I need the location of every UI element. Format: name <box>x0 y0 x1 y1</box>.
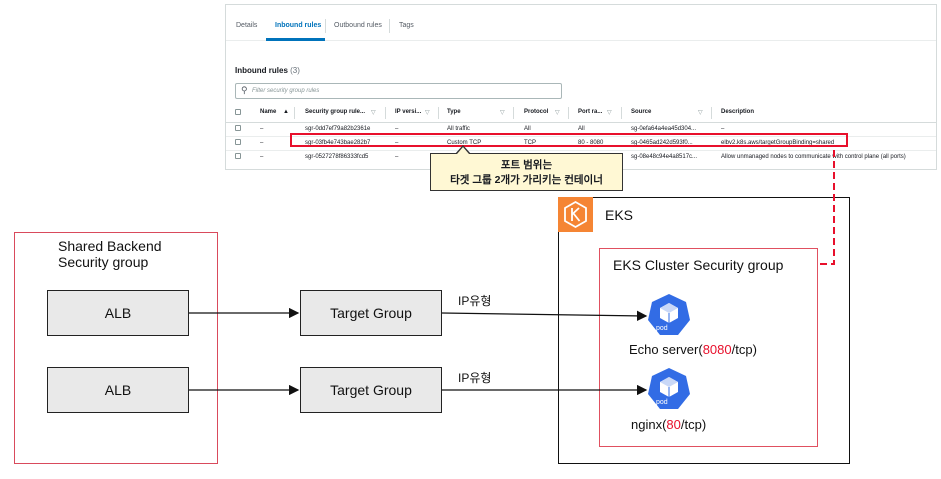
connector-lines <box>189 148 835 396</box>
target-group-1-to-echo-pod-arrow <box>441 310 648 322</box>
security-group-rule-reference-dashed-line <box>820 148 835 265</box>
